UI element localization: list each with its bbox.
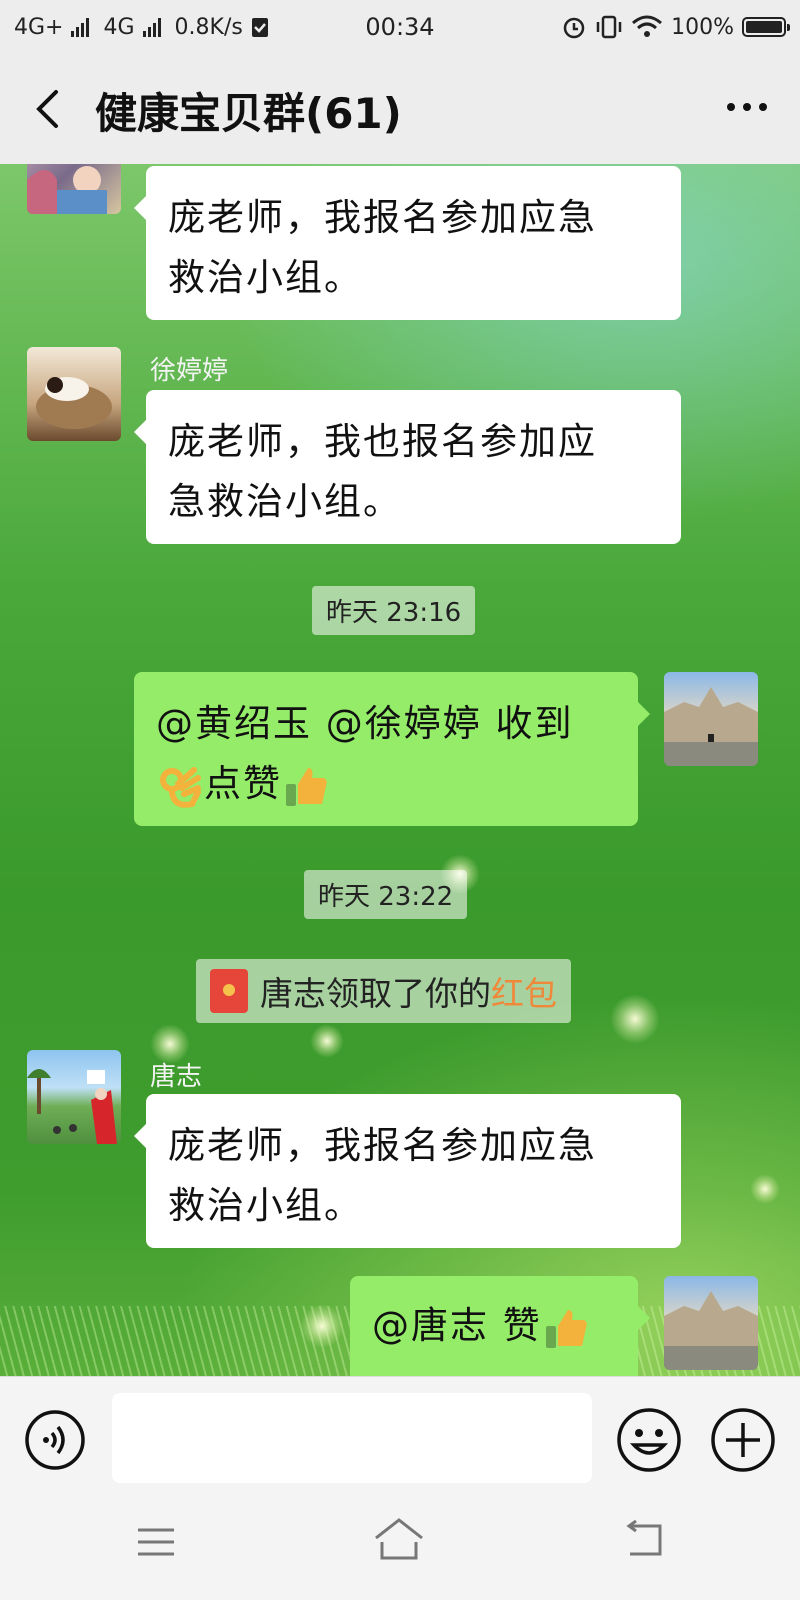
avatar[interactable]	[27, 164, 121, 214]
bokeh-light	[750, 1174, 780, 1204]
back-icon[interactable]	[622, 1520, 664, 1560]
clock-time: 00:34	[365, 13, 435, 41]
input-bar	[0, 1376, 800, 1487]
message-text-inline: 点赞	[204, 762, 282, 805]
avatar-self[interactable]	[664, 1276, 758, 1370]
signal-icon-2	[142, 17, 161, 37]
wifi-icon	[632, 15, 663, 37]
message-text-line: 庞老师，我报名参加应急	[168, 1124, 597, 1167]
message-bubble[interactable]: 庞老师，我报名参加应急 救治小组。	[134, 166, 681, 320]
sender-name: 徐婷婷	[150, 356, 229, 386]
status-bar: 4G+ 4G 0.8K/s 00:34 100%	[0, 0, 800, 54]
bokeh-light	[310, 1024, 344, 1058]
message-text-line: 救治小组。	[168, 1184, 363, 1227]
message-text-line: 庞老师，我报名参加应急	[168, 196, 597, 239]
network-type-2: 4G	[103, 14, 135, 40]
message-text-line: 救治小组。	[168, 256, 363, 299]
plus-icon[interactable]	[710, 1407, 776, 1473]
chat-area[interactable]: 庞老师，我报名参加应急 救治小组。 徐婷婷 庞老师，我也报名参加应 急救治小组。…	[0, 164, 800, 1376]
avatar[interactable]	[27, 1050, 121, 1144]
message-text-line: 庞老师，我也报名参加应	[168, 420, 597, 463]
alarm-icon	[563, 17, 585, 39]
chat-header: 健康宝贝群(61)	[0, 54, 800, 164]
avatar-self[interactable]	[664, 672, 758, 766]
ok-hand-emoji-icon	[160, 766, 201, 808]
menu-icon[interactable]	[136, 1522, 176, 1562]
battery-icon	[742, 17, 790, 37]
red-packet-link[interactable]: 红包	[491, 974, 557, 1013]
network-speed: 0.8K/s	[174, 14, 243, 40]
timestamp: 昨天 23:22	[304, 870, 468, 919]
clipboard-check-icon	[251, 18, 268, 37]
message-bubble-self[interactable]: @黄绍玉 @徐婷婷 收到 点赞	[134, 672, 650, 826]
signal-icon	[71, 17, 90, 37]
emoji-icon[interactable]	[616, 1407, 682, 1473]
message-text-inline: @唐志 赞	[372, 1304, 542, 1347]
voice-icon[interactable]	[24, 1409, 86, 1471]
system-notice: 唐志领取了你的红包	[196, 959, 571, 1023]
network-type-1: 4G+	[14, 14, 64, 40]
chat-title: 健康宝贝群(61)	[95, 89, 402, 138]
sender-name: 唐志	[150, 1062, 203, 1092]
message-bubble[interactable]: 庞老师，我也报名参加应 急救治小组。	[134, 390, 681, 544]
timestamp: 昨天 23:16	[312, 586, 476, 635]
home-icon[interactable]	[372, 1514, 426, 1564]
message-bubble[interactable]: 庞老师，我报名参加应急 救治小组。	[134, 1094, 681, 1248]
notice-text: 唐志领取了你的	[260, 974, 491, 1013]
message-text-line: @黄绍玉 @徐婷婷 收到	[156, 702, 574, 745]
message-text-line: 急救治小组。	[168, 480, 402, 523]
avatar[interactable]	[27, 347, 121, 441]
thumbs-up-emoji-icon	[286, 767, 327, 806]
message-input[interactable]	[112, 1393, 592, 1483]
thumbs-up-emoji-icon	[545, 1309, 587, 1348]
battery-percent: 100%	[671, 14, 734, 40]
vibrate-icon	[596, 15, 622, 39]
bokeh-light	[610, 994, 660, 1044]
system-nav-bar	[0, 1486, 800, 1600]
message-bubble-self[interactable]: @唐志 赞	[350, 1276, 650, 1376]
chevron-left-icon[interactable]	[26, 86, 72, 132]
more-dots-icon[interactable]	[724, 92, 770, 122]
red-packet-icon	[210, 969, 248, 1013]
